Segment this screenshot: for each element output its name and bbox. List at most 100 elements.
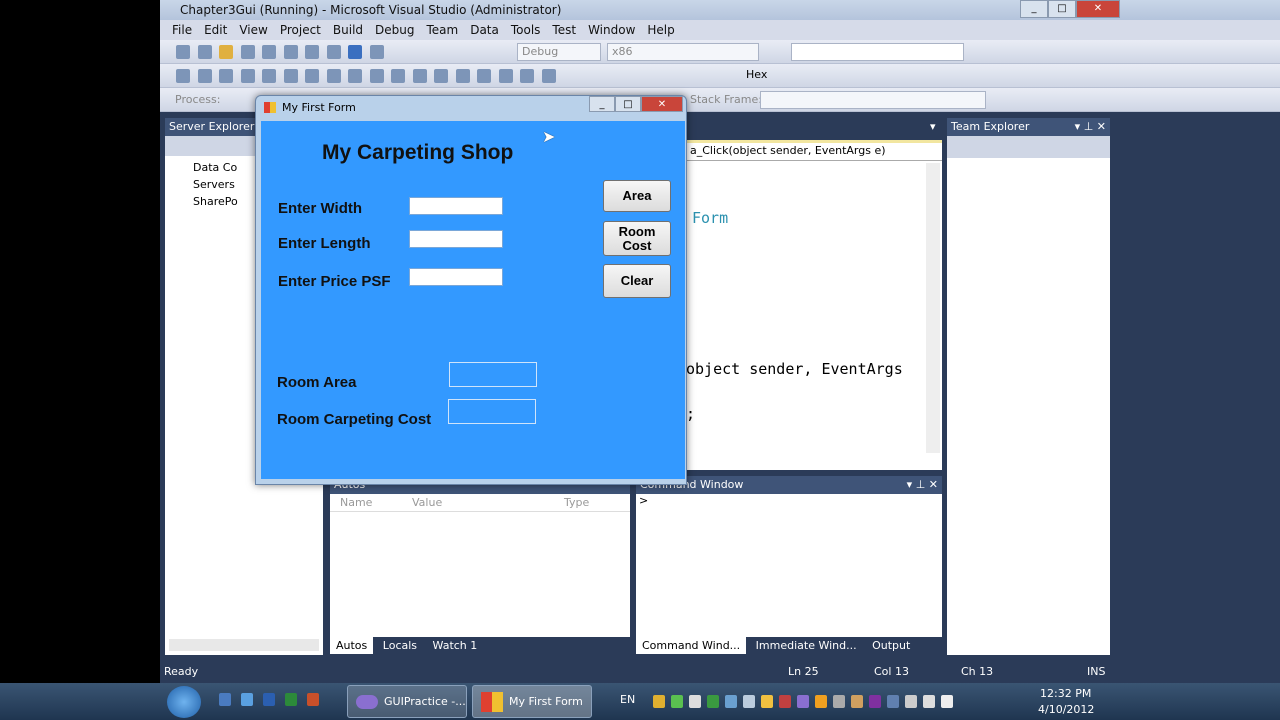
toolbar-icon[interactable] [176, 69, 190, 83]
taskbar-item-guipractice[interactable]: GUIPractice -... [347, 685, 467, 718]
taskbar-item-my-first-form[interactable]: My First Form [472, 685, 592, 718]
powerpoint-icon[interactable] [307, 693, 319, 706]
toolbar-icon[interactable] [240, 69, 255, 83]
tab-output[interactable]: Output [866, 637, 916, 654]
tray-icon[interactable] [671, 695, 683, 708]
column-name[interactable]: Name [340, 496, 412, 511]
command-input[interactable]: > [636, 494, 942, 507]
code-editor[interactable]: a_Click(object sender, EventArgs e) Form… [686, 140, 942, 470]
menu-team[interactable]: Team [420, 20, 464, 40]
tab-immediate-window[interactable]: Immediate Wind... [750, 637, 863, 654]
bluetooth-icon[interactable] [833, 695, 845, 708]
tray-icon[interactable] [905, 695, 917, 708]
horizontal-scrollbar[interactable] [169, 639, 319, 651]
paste-icon[interactable] [326, 45, 341, 59]
minimize-button[interactable]: _ [1020, 0, 1048, 18]
menu-tools[interactable]: Tools [505, 20, 547, 40]
menu-file[interactable]: File [166, 20, 198, 40]
step-into-icon[interactable] [498, 69, 513, 83]
restart-icon[interactable] [477, 69, 491, 83]
tray-icon[interactable] [743, 695, 755, 708]
ie-icon[interactable] [241, 693, 253, 706]
find-combo[interactable] [791, 43, 964, 61]
outdent-icon[interactable] [283, 69, 298, 83]
configuration-dropdown[interactable]: Debug [517, 43, 601, 61]
form-maximize-button[interactable]: □ [615, 96, 641, 112]
column-value[interactable]: Value [412, 496, 564, 511]
onenote-icon[interactable] [869, 695, 881, 708]
tray-icon[interactable] [887, 695, 899, 708]
menu-help[interactable]: Help [641, 20, 680, 40]
member-dropdown[interactable]: a_Click(object sender, EventArgs e) [686, 143, 942, 161]
close-button[interactable]: ✕ [1076, 0, 1120, 18]
bookmark-icon[interactable] [391, 69, 405, 83]
tray-icon[interactable] [689, 695, 701, 708]
network-icon[interactable] [941, 695, 953, 708]
volume-icon[interactable] [923, 695, 935, 708]
hex-button[interactable]: Hex [746, 68, 767, 81]
menu-test[interactable]: Test [546, 20, 582, 40]
save-icon[interactable] [240, 45, 255, 59]
toolbar-icon[interactable] [219, 69, 233, 83]
tab-autos[interactable]: Autos [330, 637, 374, 654]
undo-icon[interactable] [348, 45, 362, 59]
area-button[interactable]: Area [603, 180, 671, 212]
pin-close-icons[interactable]: ▾ ⊥ ✕ [1075, 120, 1106, 133]
form-minimize-button[interactable]: _ [589, 96, 615, 112]
tab-watch-1[interactable]: Watch 1 [427, 637, 484, 654]
menu-project[interactable]: Project [274, 20, 327, 40]
step-out-icon[interactable] [541, 69, 556, 83]
step-over-icon[interactable] [520, 69, 534, 83]
clock-time[interactable]: 12:32 PM [1040, 687, 1091, 700]
language-indicator[interactable]: EN [620, 693, 635, 706]
toolbar-icon[interactable] [197, 69, 212, 83]
comment-icon[interactable] [305, 69, 319, 83]
cut-icon[interactable] [283, 45, 298, 59]
tray-icon[interactable] [779, 695, 791, 708]
editor-dropdown-icon[interactable]: ▾ [930, 120, 936, 133]
column-type[interactable]: Type [564, 496, 589, 511]
tab-command-window[interactable]: Command Wind... [636, 637, 747, 654]
menu-build[interactable]: Build [327, 20, 369, 40]
stack-frame-dropdown[interactable] [760, 91, 986, 109]
price-input[interactable] [409, 268, 503, 286]
word-icon[interactable] [263, 693, 275, 706]
form-close-button[interactable]: ✕ [641, 96, 683, 112]
length-input[interactable] [409, 230, 503, 248]
tray-icon[interactable] [851, 695, 863, 708]
bookmark-icon[interactable] [369, 69, 384, 83]
pause-icon[interactable] [434, 69, 448, 83]
width-input[interactable] [409, 197, 503, 215]
platform-dropdown[interactable]: x86 [607, 43, 759, 61]
menu-edit[interactable]: Edit [198, 20, 233, 40]
bookmark-icon[interactable] [348, 69, 362, 83]
outlook-icon[interactable] [815, 695, 827, 708]
new-project-icon[interactable] [176, 45, 190, 59]
open-icon[interactable] [219, 45, 233, 59]
clear-button[interactable]: Clear [603, 264, 671, 298]
maximize-button[interactable]: □ [1048, 0, 1076, 18]
pin-close-icons[interactable]: ▾ ⊥ ✕ [907, 478, 938, 491]
tray-icon[interactable] [653, 695, 665, 708]
show-desktop-icon[interactable] [219, 693, 231, 706]
redo-icon[interactable] [369, 45, 384, 59]
menu-window[interactable]: Window [582, 20, 641, 40]
menu-data[interactable]: Data [464, 20, 505, 40]
tray-icon[interactable] [797, 695, 809, 708]
excel-icon[interactable] [285, 693, 297, 706]
menu-view[interactable]: View [233, 20, 273, 40]
tray-icon[interactable] [725, 695, 737, 708]
room-cost-button[interactable]: Room Cost [603, 221, 671, 256]
stop-icon[interactable] [455, 69, 470, 83]
tab-locals[interactable]: Locals [377, 637, 423, 654]
copy-icon[interactable] [305, 45, 319, 59]
utorrent-icon[interactable] [707, 695, 719, 708]
vertical-scrollbar[interactable] [926, 163, 940, 453]
start-button[interactable] [167, 686, 201, 718]
uncomment-icon[interactable] [326, 69, 341, 83]
continue-icon[interactable] [412, 69, 427, 83]
indent-icon[interactable] [262, 69, 276, 83]
save-all-icon[interactable] [262, 45, 276, 59]
menu-debug[interactable]: Debug [369, 20, 420, 40]
clock-date[interactable]: 4/10/2012 [1038, 703, 1094, 716]
